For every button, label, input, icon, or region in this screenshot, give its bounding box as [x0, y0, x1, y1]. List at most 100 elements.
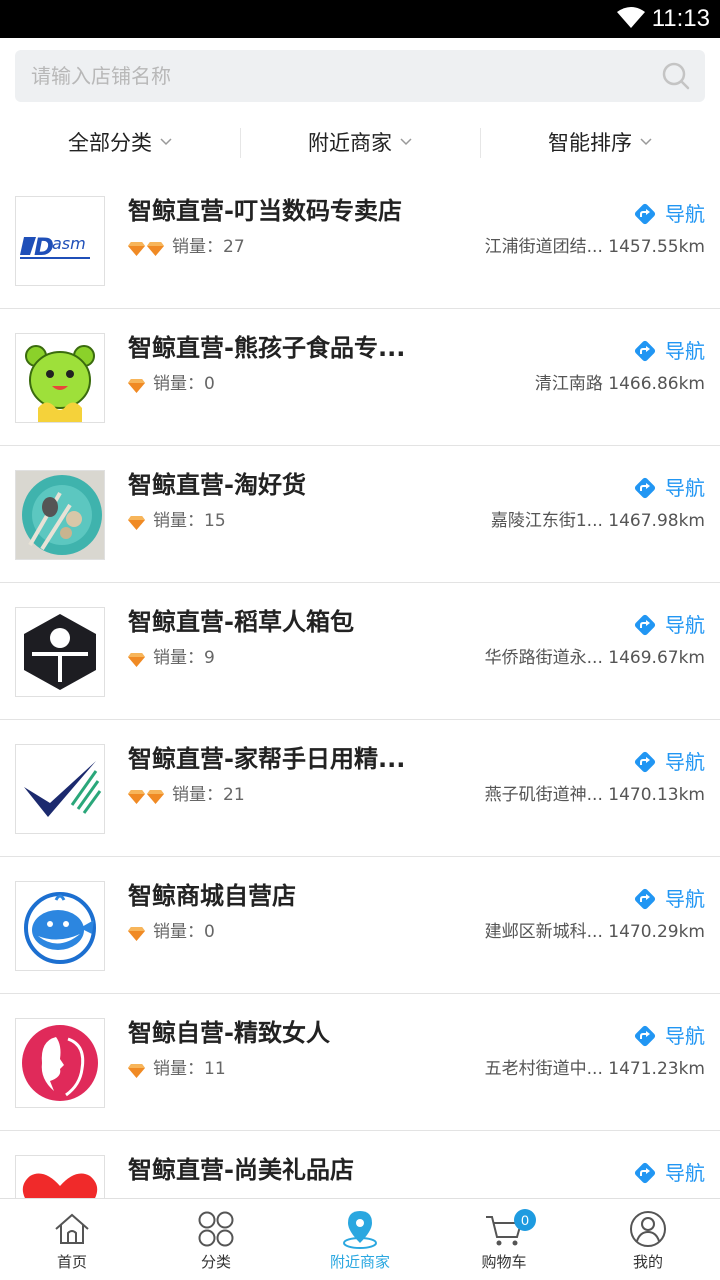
diamond-icon [128, 515, 145, 530]
store-address: 建邺区新城科... [484, 922, 603, 942]
status-time: 11:13 [651, 5, 710, 32]
tab-category[interactable]: 分类 [144, 1199, 288, 1280]
navigate-icon [634, 477, 656, 499]
store-address: 江浦街道团结... [484, 237, 603, 257]
wifi-icon [617, 7, 645, 28]
home-icon [55, 1213, 89, 1244]
diamond-icon [147, 241, 164, 256]
navigate-button[interactable]: 导航 [633, 611, 705, 639]
cart-badge: 0 [514, 1209, 536, 1231]
navigate-button[interactable]: 导航 [633, 474, 705, 502]
tab-home[interactable]: 首页 [0, 1199, 144, 1280]
search-icon[interactable] [661, 61, 691, 91]
svg-text:D: D [34, 233, 54, 261]
chevron-down-icon [160, 138, 172, 146]
store-name: 智鲸直营-稻草人箱包 [128, 608, 354, 636]
sales-prefix: 销量： [153, 511, 204, 531]
store-logo: D asm [15, 196, 105, 286]
store-sales: 销量：0 [153, 919, 215, 945]
store-row[interactable]: 智鲸直营-熊孩子食品专... 销量：0 导航 清江南路 1466.86km [0, 309, 720, 446]
svg-text:asm: asm [52, 234, 86, 253]
store-sales: 销量：21 [172, 782, 245, 808]
tab-cart-label: 购物车 [481, 1253, 527, 1271]
navigate-label: 导航 [665, 202, 705, 226]
store-location: 建邺区新城科... 1470.29km [485, 919, 705, 945]
dasm-logo: D asm [16, 197, 104, 285]
diamond-icon [128, 1063, 145, 1078]
store-name: 智鲸直营-家帮手日用精... [128, 745, 406, 773]
navigate-label: 导航 [665, 613, 705, 637]
navigate-button[interactable]: 导航 [633, 1159, 705, 1187]
diamond-icon [147, 789, 164, 804]
tab-me[interactable]: 我的 [576, 1199, 720, 1280]
category-icon [198, 1211, 234, 1247]
filter-sort[interactable]: 智能排序 [480, 118, 720, 168]
sales-value: 21 [223, 785, 245, 805]
store-distance: 1470.29km [608, 922, 705, 942]
store-rating [128, 512, 147, 532]
navigate-label: 导航 [665, 339, 705, 363]
store-rating [128, 238, 166, 258]
store-address: 清江南路 [534, 374, 603, 394]
navigate-label: 导航 [665, 476, 705, 500]
sales-value: 0 [204, 374, 215, 394]
whale-logo [16, 882, 104, 970]
tab-cart[interactable]: 0 购物车 [432, 1199, 576, 1280]
store-row[interactable]: 智鲸直营-淘好货 销量：15 导航 嘉陵江东街1... 1467.98km [0, 446, 720, 583]
store-row[interactable]: 智鲸商城自营店 销量：0 导航 建邺区新城科... 1470.29km [0, 857, 720, 994]
store-row[interactable]: 智鲸直营-尚美礼品店 导航 [0, 1131, 720, 1198]
store-distance: 1469.67km [608, 648, 705, 668]
chevron-down-icon [640, 138, 652, 146]
store-row[interactable]: 智鲸自营-精致女人 销量：11 导航 五老村街道中... 1471.23km [0, 994, 720, 1131]
sales-prefix: 销量： [153, 648, 204, 668]
store-location: 江浦街道团结... 1457.55km [485, 234, 705, 260]
diamond-icon [128, 652, 145, 667]
store-logo [15, 333, 105, 423]
store-row[interactable]: 智鲸直营-稻草人箱包 销量：9 导航 华侨路街道永... 1469.67km [0, 583, 720, 720]
store-location: 清江南路 1466.86km [535, 371, 705, 397]
navigate-label: 导航 [665, 1024, 705, 1048]
diamond-icon [128, 241, 145, 256]
sales-value: 11 [204, 1059, 226, 1079]
store-location: 华侨路街道永... 1469.67km [485, 645, 705, 671]
store-row[interactable]: 智鲸直营-家帮手日用精... 销量：21 导航 燕子矶街道神... 1470.1… [0, 720, 720, 857]
navigate-button[interactable]: 导航 [633, 748, 705, 776]
diamond-icon [128, 789, 145, 804]
diamond-icon [128, 378, 145, 393]
store-address: 华侨路街道永... [484, 648, 603, 668]
store-rating [128, 923, 147, 943]
navigate-label: 导航 [665, 1161, 705, 1185]
navigate-icon [634, 614, 656, 636]
navigate-button[interactable]: 导航 [633, 200, 705, 228]
navigate-button[interactable]: 导航 [633, 337, 705, 365]
filter-nearby[interactable]: 附近商家 [240, 118, 480, 168]
filter-category[interactable]: 全部分类 [0, 118, 240, 168]
tab-me-label: 我的 [632, 1253, 663, 1271]
store-name: 智鲸直营-熊孩子食品专... [128, 334, 406, 362]
store-location: 燕子矶街道神... 1470.13km [485, 782, 705, 808]
sales-prefix: 销量： [153, 1059, 204, 1079]
store-logo [15, 881, 105, 971]
store-address: 燕子矶街道神... [484, 785, 603, 805]
status-bar: 11:13 [0, 0, 720, 38]
tab-nearby[interactable]: 附近商家 [288, 1199, 432, 1280]
store-location: 嘉陵江东街1... 1467.98km [491, 508, 705, 534]
store-sales: 销量：0 [153, 371, 215, 397]
store-logo [15, 607, 105, 697]
checkmark-logo [16, 745, 104, 833]
store-sales: 销量：11 [153, 1056, 226, 1082]
navigate-button[interactable]: 导航 [633, 885, 705, 913]
store-distance: 1470.13km [608, 785, 705, 805]
search-input[interactable]: 请输入店铺名称 [15, 50, 705, 102]
store-row[interactable]: D asm 智鲸直营-叮当数码专卖店 销量：27 导航 江浦街道团结... 14… [0, 172, 720, 309]
navigate-icon [634, 340, 656, 362]
store-logo [15, 744, 105, 834]
store-rating [128, 649, 147, 669]
sales-value: 0 [204, 922, 215, 942]
navigate-icon [634, 751, 656, 773]
store-sales: 销量：27 [172, 234, 245, 260]
store-distance: 1467.98km [608, 511, 705, 531]
navigate-button[interactable]: 导航 [633, 1022, 705, 1050]
plate-photo [16, 471, 104, 559]
store-rating [128, 1060, 147, 1080]
